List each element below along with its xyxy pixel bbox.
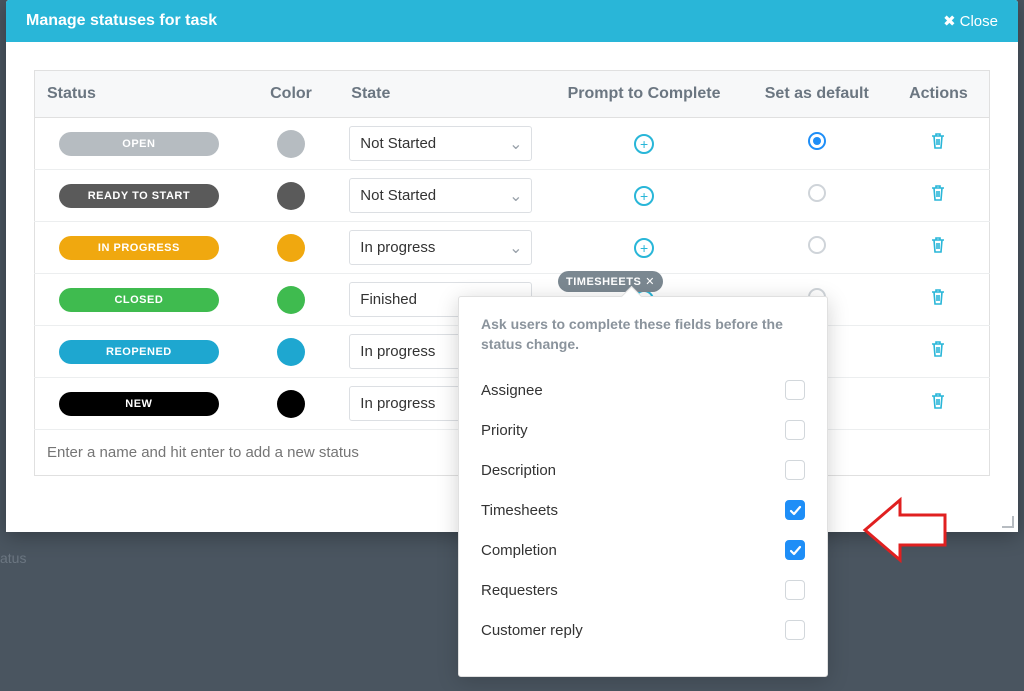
col-actions: Actions [888, 71, 990, 118]
delete-button[interactable] [930, 184, 946, 202]
color-swatch[interactable] [277, 390, 305, 418]
popover-option: Customer reply [481, 610, 805, 650]
option-checkbox[interactable] [785, 540, 805, 560]
option-label: Timesheets [481, 502, 558, 519]
option-checkbox[interactable] [785, 500, 805, 520]
default-radio[interactable] [808, 184, 826, 202]
popover-description: Ask users to complete these fields befor… [481, 315, 805, 354]
close-label: Close [960, 13, 998, 30]
prompt-fields-popover: Ask users to complete these fields befor… [458, 296, 828, 677]
option-checkbox[interactable] [785, 620, 805, 640]
prompt-add-button[interactable]: + [634, 134, 654, 154]
option-label: Completion [481, 542, 557, 559]
modal-header: Manage statuses for task ✖ Close [6, 0, 1018, 42]
option-label: Assignee [481, 382, 543, 399]
state-select[interactable]: Not Started [349, 126, 532, 161]
state-select[interactable]: Not Started [349, 178, 532, 213]
popover-option: Priority [481, 410, 805, 450]
option-label: Description [481, 462, 556, 479]
col-color: Color [243, 71, 340, 118]
background-text: atus [0, 550, 26, 566]
option-label: Priority [481, 422, 528, 439]
option-label: Customer reply [481, 622, 583, 639]
status-pill[interactable]: CLOSED [59, 288, 219, 312]
annotation-arrow-icon [860, 490, 950, 570]
close-button[interactable]: ✖ Close [943, 12, 998, 30]
color-swatch[interactable] [277, 182, 305, 210]
col-prompt: Prompt to Complete [542, 71, 745, 118]
color-swatch[interactable] [277, 338, 305, 366]
col-default: Set as default [746, 71, 888, 118]
color-swatch[interactable] [277, 234, 305, 262]
table-row: OPEN Not Started ⌄ + [35, 118, 990, 170]
default-radio[interactable] [808, 236, 826, 254]
resize-handle-icon[interactable] [1002, 516, 1016, 530]
option-checkbox[interactable] [785, 580, 805, 600]
prompt-tag-timesheets[interactable]: TIMESHEETS ✕ [558, 271, 663, 292]
popover-option: Requesters [481, 570, 805, 610]
popover-option: Completion [481, 530, 805, 570]
modal-title: Manage statuses for task [26, 12, 217, 30]
col-status: Status [35, 71, 243, 118]
delete-button[interactable] [930, 236, 946, 254]
status-pill[interactable]: OPEN [59, 132, 219, 156]
delete-button[interactable] [930, 132, 946, 150]
table-row: READY TO START Not Started ⌄ + [35, 170, 990, 222]
popover-option: Description [481, 450, 805, 490]
table-row: IN PROGRESS In progress ⌄ + [35, 222, 990, 274]
popover-option: Assignee [481, 370, 805, 410]
option-checkbox[interactable] [785, 420, 805, 440]
default-radio[interactable] [808, 132, 826, 150]
prompt-add-button[interactable]: + [634, 186, 654, 206]
prompt-add-button[interactable]: + [634, 238, 654, 258]
col-state: State [339, 71, 542, 118]
option-checkbox[interactable] [785, 460, 805, 480]
delete-button[interactable] [930, 288, 946, 306]
delete-button[interactable] [930, 340, 946, 358]
state-select[interactable]: In progress [349, 230, 532, 265]
delete-button[interactable] [930, 392, 946, 410]
option-label: Requesters [481, 582, 558, 599]
status-pill[interactable]: REOPENED [59, 340, 219, 364]
status-pill[interactable]: NEW [59, 392, 219, 416]
color-swatch[interactable] [277, 130, 305, 158]
status-pill[interactable]: READY TO START [59, 184, 219, 208]
table-header-row: Status Color State Prompt to Complete Se… [35, 71, 990, 118]
option-checkbox[interactable] [785, 380, 805, 400]
status-pill[interactable]: IN PROGRESS [59, 236, 219, 260]
color-swatch[interactable] [277, 286, 305, 314]
tag-remove-icon[interactable]: ✕ [645, 275, 655, 288]
close-icon: ✖ [943, 12, 956, 30]
popover-option: Timesheets [481, 490, 805, 530]
